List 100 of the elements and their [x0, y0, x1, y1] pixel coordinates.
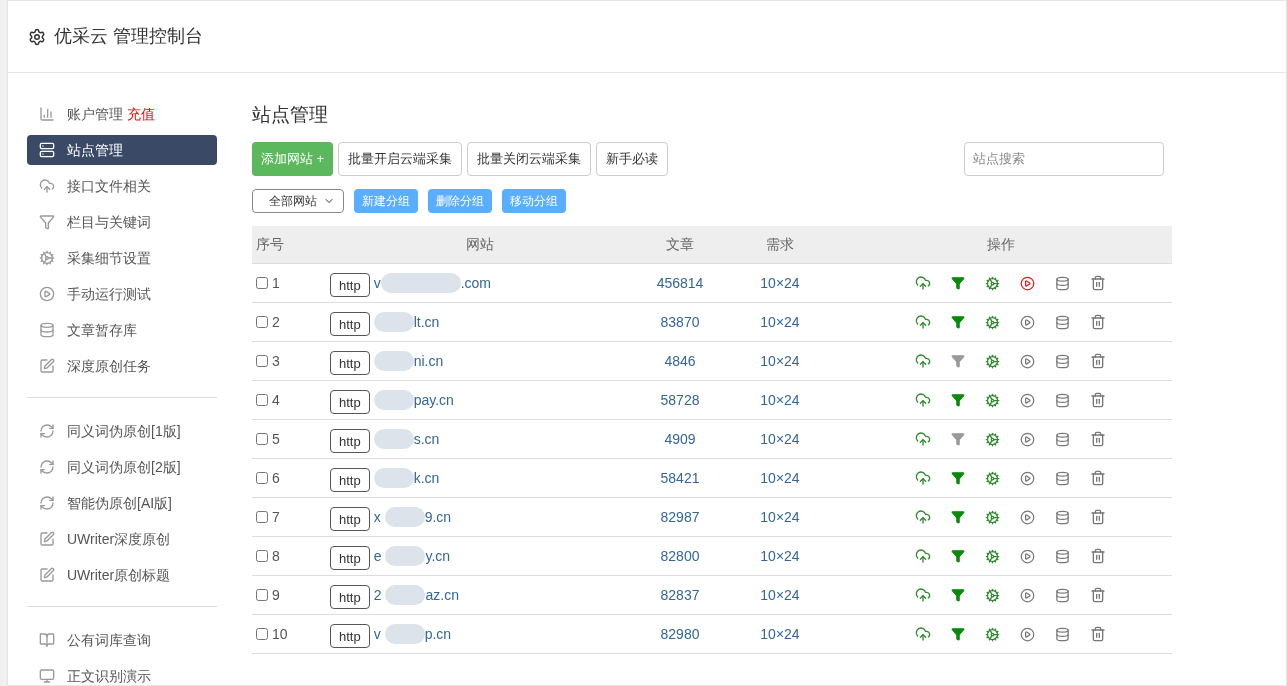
demand-value: 10×24: [730, 614, 830, 654]
database-icon[interactable]: [1054, 314, 1070, 330]
play-icon[interactable]: [1019, 314, 1035, 330]
database-icon[interactable]: [1054, 353, 1070, 369]
database-icon[interactable]: [1054, 392, 1070, 408]
database-icon[interactable]: [1054, 275, 1070, 291]
database-icon[interactable]: [1054, 470, 1070, 486]
cloud-upload-icon[interactable]: [914, 392, 931, 408]
sidebar-item[interactable]: 采集细节设置: [27, 243, 217, 273]
cloud-upload-icon[interactable]: [914, 314, 931, 330]
filter-icon[interactable]: [950, 315, 965, 329]
gear-icon[interactable]: [984, 275, 1000, 291]
blur-mask: [384, 507, 425, 527]
filter-icon[interactable]: [950, 588, 965, 602]
play-icon[interactable]: [1019, 548, 1035, 564]
sidebar-item[interactable]: 公有词库查询: [27, 625, 217, 655]
gear-icon[interactable]: [984, 431, 1000, 447]
gear-icon[interactable]: [984, 548, 1000, 564]
article-count: 82837: [630, 575, 730, 615]
filter-icon[interactable]: [950, 276, 965, 290]
database-icon[interactable]: [1054, 509, 1070, 525]
scheme-tag: http: [330, 585, 370, 609]
play-icon[interactable]: [1019, 392, 1035, 408]
row-checkbox[interactable]: [256, 550, 268, 562]
filter-icon[interactable]: [950, 627, 965, 641]
sidebar-item[interactable]: 同义词伪原创[2版]: [27, 452, 217, 482]
gear-icon[interactable]: [984, 626, 1000, 642]
delete-icon[interactable]: [1089, 587, 1106, 603]
cloud-upload-icon[interactable]: [914, 509, 931, 525]
toolbar-button[interactable]: 批量开启云端采集: [338, 141, 463, 176]
gear-icon[interactable]: [984, 353, 1000, 369]
filter-icon[interactable]: [950, 471, 965, 485]
database-icon[interactable]: [1054, 626, 1070, 642]
sidebar-item[interactable]: 接口文件相关: [27, 171, 217, 201]
edit-icon: [39, 531, 55, 547]
toolbar-button[interactable]: 新手必读: [596, 141, 669, 176]
filter-icon[interactable]: [950, 432, 965, 446]
gear-icon[interactable]: [984, 314, 1000, 330]
gear-icon[interactable]: [984, 470, 1000, 486]
search-field[interactable]: 站点搜索: [964, 141, 1164, 176]
domain-text: 9.cn: [424, 507, 452, 527]
sidebar-item[interactable]: UWriter深度原创: [27, 524, 217, 554]
database-icon[interactable]: [1054, 548, 1070, 564]
sidebar-item[interactable]: 站点管理: [27, 135, 217, 165]
filter-icon[interactable]: [950, 549, 965, 563]
sidebar-item[interactable]: 账户管理 充值: [27, 99, 217, 129]
delete-icon[interactable]: [1089, 392, 1106, 408]
play-icon[interactable]: [1019, 509, 1035, 525]
delete-icon[interactable]: [1089, 431, 1106, 447]
filter-icon[interactable]: [950, 393, 965, 407]
sidebar-item[interactable]: 文章暂存库: [27, 315, 217, 345]
delete-icon[interactable]: [1089, 275, 1106, 291]
cloud-upload-icon[interactable]: [914, 626, 931, 642]
sidebar-item[interactable]: 栏目与关键词: [27, 207, 217, 237]
toolbar-button[interactable]: 批量关闭云端采集: [467, 141, 592, 176]
gear-icon[interactable]: [984, 587, 1000, 603]
delete-icon[interactable]: [1089, 470, 1106, 486]
play-icon[interactable]: [1019, 353, 1035, 369]
demand-value: 10×24: [730, 458, 830, 498]
row-checkbox[interactable]: [256, 628, 268, 640]
column-header: 操作: [830, 225, 1172, 264]
cloud-upload-icon[interactable]: [914, 470, 931, 486]
row-checkbox[interactable]: [256, 472, 268, 484]
cloud-upload-icon[interactable]: [914, 275, 931, 291]
row-checkbox[interactable]: [256, 316, 268, 328]
sidebar-item[interactable]: 正文识别演示: [27, 661, 217, 686]
cloud-upload-icon[interactable]: [914, 353, 931, 369]
gear-icon[interactable]: [984, 509, 1000, 525]
sidebar-item[interactable]: 手动运行测试: [27, 279, 217, 309]
play-icon[interactable]: [1019, 587, 1035, 603]
database-icon[interactable]: [1054, 431, 1070, 447]
play-icon[interactable]: [1019, 431, 1035, 447]
delete-icon[interactable]: [1089, 548, 1106, 564]
row-checkbox[interactable]: [256, 433, 268, 445]
database-icon[interactable]: [1054, 587, 1070, 603]
delete-icon[interactable]: [1089, 314, 1106, 330]
delete-icon[interactable]: [1089, 626, 1106, 642]
sidebar-item[interactable]: UWriter原创标题: [27, 560, 217, 590]
sidebar-item[interactable]: 深度原创任务: [27, 351, 217, 381]
row-checkbox[interactable]: [256, 394, 268, 406]
sidebar-item[interactable]: 同义词伪原创[1版]: [27, 416, 217, 446]
filter-icon[interactable]: [950, 354, 965, 368]
monitor-icon: [39, 668, 55, 684]
row-checkbox[interactable]: [256, 511, 268, 523]
play-icon[interactable]: [1019, 626, 1035, 642]
cloud-upload-icon[interactable]: [914, 587, 931, 603]
filter-icon[interactable]: [950, 510, 965, 524]
row-checkbox[interactable]: [256, 355, 268, 367]
group-select[interactable]: 全部网站: [252, 188, 344, 213]
gear-icon[interactable]: [984, 392, 1000, 408]
row-checkbox[interactable]: [256, 589, 268, 601]
cloud-upload-icon[interactable]: [914, 548, 931, 564]
row-checkbox[interactable]: [256, 277, 268, 289]
domain-text: y.cn: [425, 546, 451, 566]
play-icon[interactable]: [1019, 470, 1035, 486]
sidebar-item[interactable]: 智能伪原创[AI版]: [27, 488, 217, 518]
delete-icon[interactable]: [1089, 509, 1106, 525]
cloud-upload-icon[interactable]: [914, 431, 931, 447]
play-icon[interactable]: [1019, 275, 1035, 291]
delete-icon[interactable]: [1089, 353, 1106, 369]
